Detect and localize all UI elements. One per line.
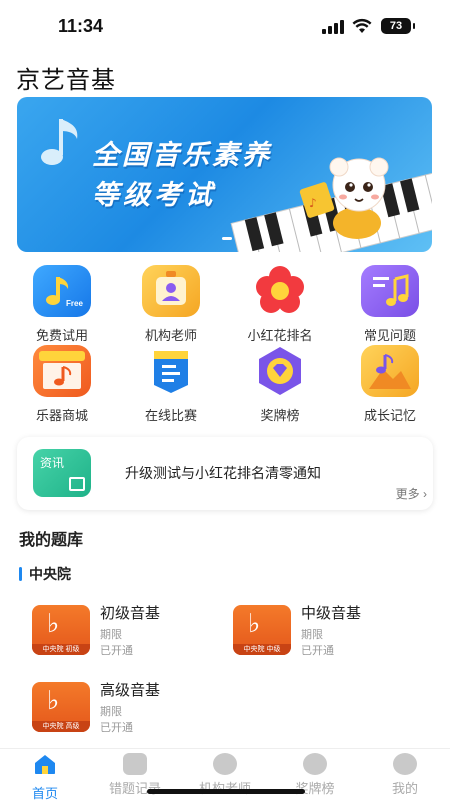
red-flower-icon <box>251 265 309 317</box>
course-name: 中级音基 <box>301 605 362 622</box>
course-item[interactable]: ♭ 中央院 中级 中级音基 期限 已开通 <box>233 602 413 672</box>
group-title: 中央院 <box>19 564 71 584</box>
tab-label: 错题记录 <box>108 781 161 796</box>
document-icon <box>69 477 85 491</box>
chevron-right-icon: › <box>419 487 427 501</box>
grid-item-label: 乐器商城 <box>35 408 88 423</box>
course-period: 期限 <box>301 629 323 641</box>
grid-item-label: 免费试用 <box>35 328 88 343</box>
wifi-icon <box>352 18 372 33</box>
tab-profile[interactable]: 我的 <box>360 749 450 797</box>
emblem-icon: ♭ <box>248 608 261 638</box>
banner-pagination <box>222 237 246 240</box>
notice-text: 升级测试与小红花排名清零通知 <box>125 465 321 481</box>
grid-item-shop[interactable]: 乐器商城 <box>12 345 112 424</box>
course-period: 期限 <box>100 706 122 718</box>
status-bar: 11:34 73 <box>0 0 450 52</box>
tab-home[interactable]: 首页 <box>0 749 90 800</box>
cellular-signal-icon <box>322 20 344 34</box>
grid-item-medal[interactable]: 奖牌榜 <box>230 345 330 424</box>
tab-label: 奖牌榜 <box>295 781 335 796</box>
tab-label: 机构老师 <box>180 778 270 797</box>
teacher-badge-icon <box>142 265 200 317</box>
news-notice-card[interactable]: 资讯 升级测试与小红花排名清零通知 更多 › <box>17 437 433 510</box>
tab-label: 我的 <box>391 781 418 796</box>
grid-item-label: 机构老师 <box>144 328 197 343</box>
section-title-my-bank: 我的题库 <box>19 532 84 549</box>
more-label: 更多 <box>395 487 420 501</box>
institution-teacher-icon <box>213 753 237 775</box>
grid-item-label: 奖牌榜 <box>260 408 300 423</box>
banner-title-line2: 等级考试 <box>92 180 216 211</box>
grid-item-growth[interactable]: 成长记忆 <box>340 345 440 424</box>
music-note-icon <box>41 119 78 165</box>
course-book-icon: ♭ 中央院 高级 <box>32 682 90 732</box>
grid-item-contest[interactable]: 在线比赛 <box>121 345 221 424</box>
emblem-icon: ♭ <box>47 685 60 715</box>
music-note-free-icon: Free <box>33 265 91 317</box>
course-badge-label: 中央院 高级 <box>32 721 90 732</box>
contest-flag-icon <box>142 345 200 397</box>
medal-icon <box>251 345 309 397</box>
banner-dot[interactable] <box>222 237 232 240</box>
news-tag-label: 资讯 <box>40 456 65 470</box>
lamb-mascot-illustration: ♪ <box>299 157 389 239</box>
grid-item-label: 成长记忆 <box>363 408 416 423</box>
grid-item-label: 小红花排名 <box>247 328 313 343</box>
course-book-icon: ♭ 中央院 初级 <box>32 605 90 655</box>
growth-memory-icon <box>361 345 419 397</box>
medal-rank-icon <box>303 753 327 775</box>
promo-banner[interactable]: 全国音乐素养 等级考试 ♪ <box>17 97 432 252</box>
grid-item-free-trial[interactable]: Free 免费试用 <box>12 265 112 344</box>
banner-title-line1: 全国音乐素养 <box>92 140 272 171</box>
shop-icon <box>33 345 91 397</box>
battery-icon: 73 <box>381 18 415 34</box>
course-name: 高级音基 <box>100 682 161 699</box>
course-item[interactable]: ♭ 中央院 高级 高级音基 期限 已开通 <box>32 679 212 749</box>
course-name: 初级音基 <box>100 605 161 622</box>
status-time: 11:34 <box>58 16 104 36</box>
emblem-icon: ♭ <box>47 608 60 638</box>
course-status: 已开通 <box>301 645 334 657</box>
banner-dot[interactable] <box>236 237 246 240</box>
home-indicator <box>147 789 305 794</box>
news-tag-icon: 资讯 <box>33 449 91 497</box>
grid-item-faq[interactable]: 常见问题 <box>340 265 440 344</box>
home-icon <box>35 755 55 774</box>
svg-text:Free: Free <box>66 299 83 308</box>
wrong-record-icon <box>123 753 147 775</box>
faq-music-icon <box>361 265 419 317</box>
grid-item-label: 常见问题 <box>363 328 416 343</box>
course-status: 已开通 <box>100 645 133 657</box>
grid-item-label: 在线比赛 <box>144 408 197 423</box>
more-link[interactable]: 更多 › <box>396 485 427 502</box>
course-period: 期限 <box>100 629 122 641</box>
profile-icon <box>393 753 417 775</box>
tab-label: 首页 <box>31 786 58 800</box>
course-badge-label: 中央院 中级 <box>233 644 291 655</box>
course-book-icon: ♭ 中央院 中级 <box>233 605 291 655</box>
course-item[interactable]: ♭ 中央院 初级 初级音基 期限 已开通 <box>32 602 212 672</box>
grid-item-teacher[interactable]: 机构老师 <box>121 265 221 344</box>
grid-item-flower-rank[interactable]: 小红花排名 <box>230 265 330 344</box>
course-status: 已开通 <box>100 722 133 734</box>
svg-text:♪: ♪ <box>309 196 317 210</box>
course-badge-label: 中央院 初级 <box>32 644 90 655</box>
app-title: 京艺音基 <box>16 67 116 94</box>
